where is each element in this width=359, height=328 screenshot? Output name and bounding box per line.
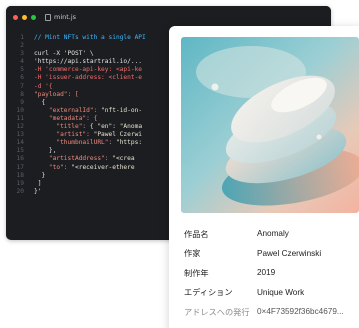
code-text: // Mint NFTs with a single API (24, 34, 146, 42)
code-text: "metadata": { (24, 115, 97, 123)
code-token: // Mint NFTs with a single API (34, 34, 146, 41)
code-token: "metadata": { (34, 114, 98, 122)
line-number: 16 (16, 155, 24, 163)
line-number: 1 (20, 34, 24, 41)
detail-label: 作品名 (184, 228, 209, 239)
close-window-icon[interactable] (13, 14, 18, 20)
file-tab[interactable]: mint.js (45, 13, 76, 21)
code-text: ] (24, 179, 42, 188)
code-text: } (24, 172, 45, 180)
code-text: "thumbnailURL": "https: (24, 139, 142, 147)
code-token: "payload": [ (34, 90, 79, 98)
code-token: "<crea (112, 155, 135, 163)
line-number: 10 (16, 106, 24, 114)
code-token: -H 'commerce-api-key: <api-ke (34, 66, 143, 74)
code-token: "Pawel Czerwi (93, 131, 143, 139)
detail-value: Pawel Czerwinski (257, 248, 322, 258)
code-token: "https: (115, 139, 143, 147)
code-token: "to": (34, 163, 72, 171)
detail-row-year: 制作年 2019 (184, 263, 359, 283)
detail-value: Anomaly (257, 229, 289, 239)
code-text: "artistAddress": "<crea (24, 155, 135, 163)
detail-row-edition: エディション Unique Work (184, 283, 359, 303)
code-text: -d '{ (24, 83, 53, 91)
code-token: { "en": "Anoma (89, 123, 143, 131)
line-number: 9 (20, 98, 24, 106)
code-token: "<receiver-ethere (71, 163, 135, 171)
code-token: "thumbnailURL": (34, 139, 116, 147)
code-text: curl -X 'POST' \ (24, 50, 94, 58)
line-number: 2 (20, 42, 24, 50)
detail-label: 作家 (184, 248, 201, 259)
code-token: "externalId": (34, 106, 102, 114)
code-text: }' (24, 188, 41, 196)
line-number: 18 (16, 171, 24, 179)
code-token: curl -X 'POST' \ (34, 50, 94, 58)
minimize-window-icon[interactable] (22, 14, 27, 20)
code-token: -d '{ (34, 82, 53, 90)
line-number: 13 (16, 131, 24, 139)
line-number: 5 (20, 66, 24, 74)
detail-label: 制作年 (184, 267, 209, 278)
code-text: "payload": [ (24, 91, 79, 99)
line-number: 12 (16, 123, 24, 131)
file-tab-label: mint.js (54, 13, 77, 21)
code-token: { (34, 98, 46, 106)
code-token: 'https://api.startrail.io/... (34, 58, 143, 66)
code-text: -H 'issuer-address: <client-e (24, 74, 142, 82)
nft-details-list: 作品名 Anomaly 作家 Pawel Czerwinski 制作年 2019… (184, 224, 359, 322)
line-number: 11 (16, 114, 24, 122)
code-text: "artist": "Pawel Czerwi (24, 131, 142, 139)
nft-info-card: 作品名 Anomaly 作家 Pawel Czerwinski 制作年 2019… (169, 26, 359, 328)
detail-value: 2019 (257, 268, 276, 278)
artwork-image (181, 37, 359, 213)
line-number: 20 (16, 187, 24, 195)
code-token: }' (34, 187, 42, 195)
detail-label: アドレスへの発行 (184, 306, 250, 317)
editor-titlebar: mint.js (6, 6, 331, 28)
code-token: "artistAddress": (34, 155, 113, 163)
line-number: 14 (16, 139, 24, 147)
detail-row-title: 作品名 Anomaly (184, 224, 359, 244)
code-text: "externalId": "nft-id-on- (24, 107, 142, 115)
code-token: }, (34, 147, 57, 155)
detail-label: エディション (184, 287, 233, 298)
line-number: 4 (20, 58, 24, 66)
code-text: "to": "<receiver-ethere (24, 164, 135, 172)
line-number: 3 (20, 50, 24, 58)
detail-row-issued-address: アドレスへの発行 0×4F73592f36bc4679... (184, 302, 359, 322)
code-token: "artist": (34, 131, 94, 139)
code-token: -H 'issuer-address: <client-e (34, 74, 143, 82)
code-text: 'https://api.startrail.io/... (24, 58, 142, 66)
line-number: 19 (16, 179, 24, 187)
detail-row-artist: 作家 Pawel Czerwinski (184, 244, 359, 264)
line-number: 15 (16, 147, 24, 155)
line-number: 8 (20, 90, 24, 98)
code-text: }, (24, 147, 56, 155)
code-text: { (24, 99, 45, 107)
line-number: 7 (20, 82, 24, 90)
detail-value: Unique Work (257, 287, 305, 297)
detail-value: 0×4F73592f36bc4679... (257, 307, 344, 317)
file-icon (45, 13, 51, 21)
code-token: "title": (34, 123, 90, 131)
maximize-window-icon[interactable] (31, 14, 36, 20)
code-token: } (34, 171, 46, 179)
code-token: "nft-id-on- (101, 106, 143, 114)
code-text: -H 'commerce-api-key: <api-ke (24, 66, 142, 74)
line-number: 17 (16, 163, 24, 171)
code-token: ] (34, 179, 42, 187)
line-number: 6 (20, 74, 24, 82)
code-text: "title": { "en": "Anoma (24, 123, 142, 131)
